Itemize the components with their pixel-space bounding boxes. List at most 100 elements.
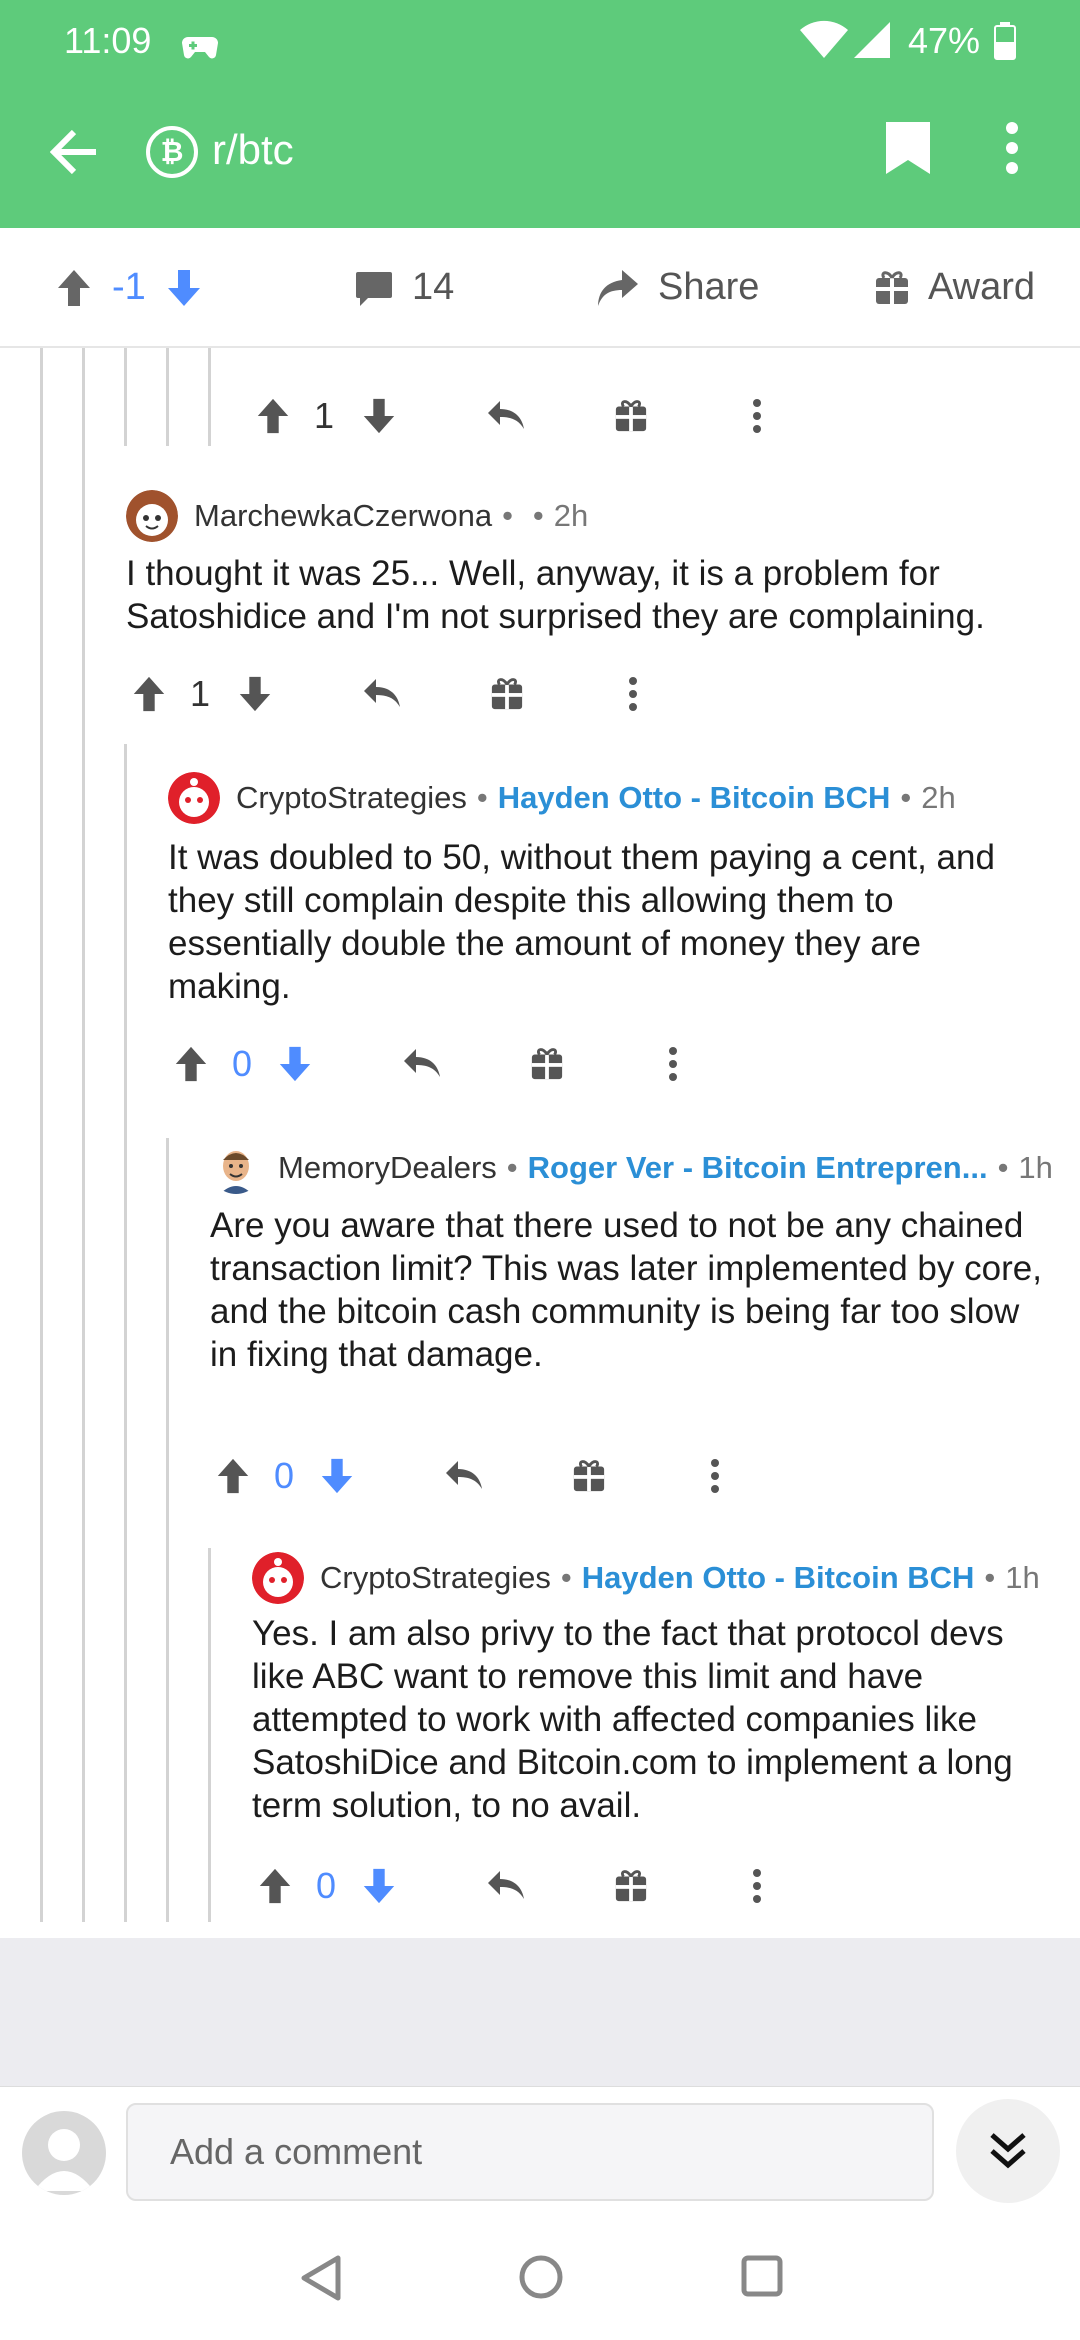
- meta-separator: •: [502, 498, 513, 533]
- comment-score: 1: [314, 395, 335, 436]
- avatar[interactable]: [210, 1142, 262, 1194]
- more-vert-icon[interactable]: [710, 1446, 720, 1506]
- battery-percent: 47%: [908, 20, 981, 61]
- comment-age: 2h: [921, 780, 956, 815]
- meta-separator: •: [997, 1150, 1009, 1185]
- square-recents-icon: [741, 2255, 783, 2297]
- app-bar: ₿ r/btc: [0, 96, 1080, 216]
- comment-author[interactable]: CryptoStrategies: [320, 1560, 551, 1596]
- avatar[interactable]: [126, 490, 178, 542]
- comment-age: 1h: [1005, 1560, 1040, 1595]
- bitcoin-icon: ₿: [146, 126, 198, 178]
- upvote-icon[interactable]: [54, 268, 94, 308]
- nav-home-button[interactable]: [518, 2254, 564, 2305]
- thread-rail: [166, 1138, 169, 1922]
- downvote-icon[interactable]: [318, 1446, 356, 1506]
- share-button[interactable]: Share: [596, 266, 759, 309]
- downvote-icon[interactable]: [236, 664, 274, 724]
- signal-icon: [852, 20, 892, 69]
- comment-score: 0: [274, 1455, 295, 1496]
- user-avatar[interactable]: [22, 2111, 106, 2195]
- gift-icon[interactable]: [614, 386, 648, 446]
- share-icon: [598, 269, 638, 306]
- downvote-icon[interactable]: [360, 386, 398, 446]
- comment-thread: 1 MarchewkaCzerwona • • 2h I thought it …: [0, 348, 1080, 1938]
- more-vert-icon[interactable]: [752, 1856, 762, 1916]
- gamepad-icon: [180, 28, 220, 70]
- comment-author[interactable]: CryptoStrategies: [236, 780, 467, 816]
- reply-icon[interactable]: [486, 1856, 526, 1916]
- avatar[interactable]: [168, 772, 220, 824]
- comment-age: 1h: [1018, 1150, 1053, 1185]
- upvote-icon[interactable]: [214, 1446, 252, 1506]
- upvote-icon[interactable]: [172, 1034, 210, 1094]
- thread-rail: [124, 744, 127, 1922]
- comment-meta: MemoryDealers • Roger Ver - Bitcoin Entr…: [278, 1144, 1053, 1192]
- comment-author[interactable]: MemoryDealers: [278, 1150, 497, 1186]
- comment-count: 14: [412, 266, 455, 308]
- comment-score: 0: [232, 1043, 253, 1084]
- user-flair: Hayden Otto - Bitcoin BCH: [497, 780, 891, 815]
- next-comment-button[interactable]: [956, 2099, 1060, 2203]
- post-score: -1: [112, 266, 146, 308]
- post-action-bar: -1 14 Share Award: [0, 228, 1080, 348]
- downvote-icon[interactable]: [276, 1034, 314, 1094]
- comments-button[interactable]: 14: [354, 266, 454, 309]
- gift-icon[interactable]: [614, 1856, 648, 1916]
- double-chevron-down-icon: [990, 2133, 1026, 2169]
- circle-home-icon: [519, 2255, 563, 2299]
- upvote-icon[interactable]: [254, 386, 292, 446]
- comment-actions: 1: [126, 664, 686, 724]
- status-time: 11:09: [64, 20, 152, 61]
- reply-icon[interactable]: [444, 1446, 484, 1506]
- comment-score: 1: [190, 673, 211, 714]
- comment-actions: 0: [210, 1446, 770, 1506]
- comment-actions: 1: [250, 386, 810, 446]
- user-flair: Hayden Otto - Bitcoin BCH: [581, 1560, 975, 1595]
- thread-rail: [82, 348, 85, 1922]
- status-bar: 11:09 47%: [0, 0, 1080, 80]
- comment-icon: [356, 271, 392, 306]
- back-button[interactable]: [40, 118, 108, 186]
- comment-author[interactable]: MarchewkaCzerwona: [194, 498, 492, 534]
- more-vert-icon[interactable]: [628, 664, 638, 724]
- gift-icon[interactable]: [572, 1446, 606, 1506]
- reply-icon[interactable]: [486, 386, 526, 446]
- app-header: 11:09 47% ₿ r/btc: [0, 0, 1080, 228]
- meta-separator: •: [560, 1560, 572, 1595]
- post-vote-group: -1: [54, 266, 204, 309]
- meta-separator: •: [506, 1150, 518, 1185]
- thread-rail: [40, 348, 43, 1922]
- comment-body: I thought it was 25... Well, anyway, it …: [126, 554, 985, 636]
- nav-back-button[interactable]: [298, 2254, 342, 2307]
- more-vert-icon[interactable]: [752, 386, 762, 446]
- bookmark-button[interactable]: [884, 120, 932, 181]
- meta-separator: •: [984, 1560, 996, 1595]
- comment-body: It was doubled to 50, without them payin…: [168, 838, 995, 1006]
- add-comment-input[interactable]: Add a comment: [126, 2103, 934, 2201]
- award-label: Award: [928, 266, 1036, 308]
- comment-meta: CryptoStrategies • Hayden Otto - Bitcoin…: [236, 774, 956, 822]
- downvote-icon[interactable]: [360, 1856, 398, 1916]
- comment-body: Yes. I am also privy to the fact that pr…: [252, 1614, 1013, 1825]
- comment-age: 2h: [553, 498, 589, 533]
- upvote-icon[interactable]: [256, 1856, 294, 1916]
- comment-body: Are you aware that there used to not be …: [210, 1206, 1042, 1374]
- reply-icon[interactable]: [402, 1034, 442, 1094]
- award-button[interactable]: Award: [874, 266, 1035, 309]
- nav-recents-button[interactable]: [740, 2254, 784, 2303]
- comment-composer: Add a comment: [0, 2086, 1080, 2220]
- reply-icon[interactable]: [362, 664, 402, 724]
- battery-icon: [994, 22, 1016, 69]
- meta-separator: •: [532, 498, 544, 533]
- upvote-icon[interactable]: [130, 664, 168, 724]
- subreddit-name[interactable]: r/btc: [212, 126, 294, 174]
- avatar[interactable]: [252, 1552, 304, 1604]
- downvote-icon[interactable]: [164, 268, 204, 308]
- comment-score: 0: [316, 1865, 337, 1906]
- gift-icon[interactable]: [530, 1034, 564, 1094]
- overflow-menu-button[interactable]: [1004, 120, 1020, 181]
- comment-meta: MarchewkaCzerwona • • 2h: [194, 492, 588, 540]
- more-vert-icon[interactable]: [668, 1034, 678, 1094]
- gift-icon[interactable]: [490, 664, 524, 724]
